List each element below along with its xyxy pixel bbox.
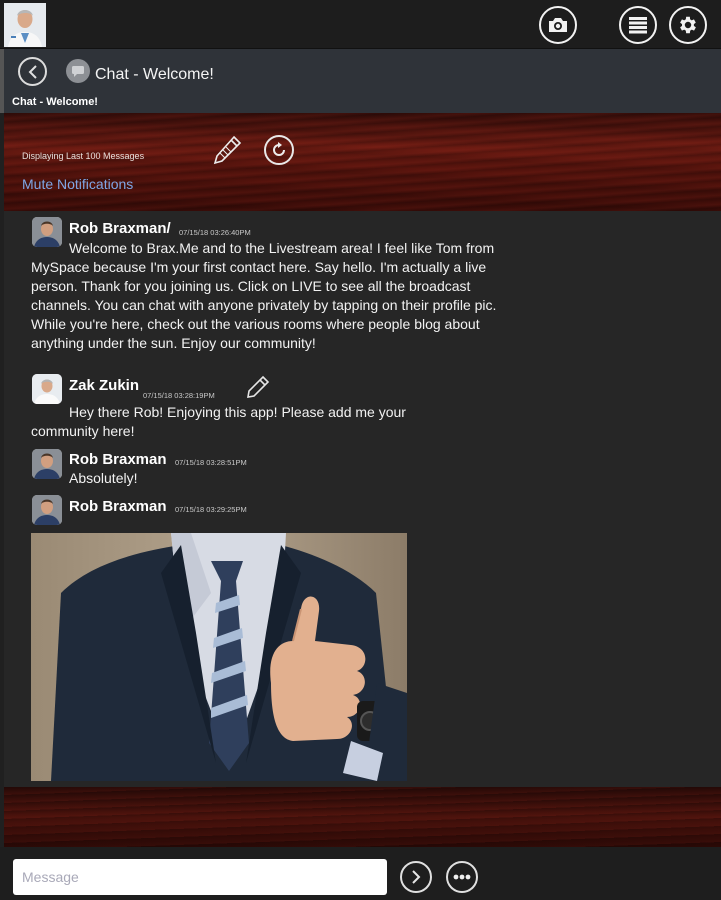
gear-icon[interactable] — [669, 6, 707, 44]
top-icon-group — [539, 6, 707, 44]
top-bar — [0, 0, 721, 49]
message-timestamp: 07/15/18 03:26:40PM — [179, 228, 251, 237]
message-list[interactable]: Rob Braxman/ 07/15/18 03:26:40PM Welcome… — [4, 211, 721, 787]
more-options-icon[interactable] — [446, 861, 478, 893]
chat-title: Chat - Welcome! — [95, 66, 214, 83]
sender-avatar[interactable] — [32, 449, 62, 479]
send-icon[interactable] — [400, 861, 432, 893]
message-timestamp: 07/15/18 03:29:25PM — [175, 505, 247, 514]
refresh-icon[interactable] — [264, 135, 294, 165]
camera-icon[interactable] — [539, 6, 577, 44]
chat-title-bar: Chat - Welcome! Chat - Welcome! — [0, 49, 721, 113]
sender-name[interactable]: Zak Zukin — [69, 377, 139, 394]
chat-bubble-icon — [66, 59, 90, 83]
sender-name[interactable]: Rob Braxman — [69, 451, 167, 468]
shared-photo[interactable] — [31, 533, 407, 781]
chat-banner: Displaying Last 100 Messages Mute Notifi… — [4, 113, 721, 211]
sender-avatar[interactable] — [32, 495, 62, 525]
message-timestamp: 07/15/18 03:28:51PM — [175, 458, 247, 467]
sender-name[interactable]: Rob Braxman — [69, 498, 167, 515]
message-text: Hey there Rob! Enjoying this app! Please… — [31, 404, 406, 439]
message-timestamp: 07/15/18 03:28:19PM — [143, 391, 215, 400]
footer-decoration — [4, 787, 721, 847]
mute-notifications-link[interactable]: Mute Notifications — [22, 176, 133, 192]
sender-name[interactable]: Rob Braxman/ — [69, 220, 171, 237]
message-count-info: Displaying Last 100 Messages — [22, 151, 145, 161]
message-text: Welcome to Brax.Me and to the Livestream… — [31, 240, 497, 351]
compose-pencil-icon[interactable] — [210, 133, 244, 167]
message-composer — [0, 847, 721, 900]
list-icon[interactable] — [619, 6, 657, 44]
message-text: Absolutely! — [69, 470, 138, 486]
sender-avatar[interactable] — [32, 374, 62, 404]
chat-subtitle: Chat - Welcome! — [12, 96, 98, 108]
edit-pencil-icon[interactable] — [244, 373, 272, 401]
message-input[interactable] — [13, 859, 387, 895]
profile-avatar[interactable] — [4, 3, 46, 47]
back-button[interactable] — [18, 57, 47, 86]
